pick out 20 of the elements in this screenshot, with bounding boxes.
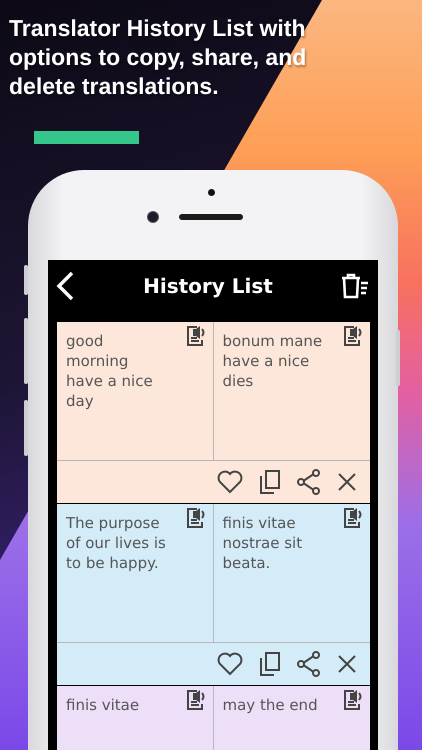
delete-all-button[interactable] [340, 273, 370, 299]
share-icon[interactable] [296, 650, 322, 678]
share-icon[interactable] [296, 468, 322, 496]
copy-icon[interactable] [258, 469, 282, 495]
close-icon[interactable] [336, 471, 358, 493]
source-text: finis vitae [66, 695, 140, 715]
screen-title: History List [143, 274, 273, 298]
translation-text: bonum mane have a nice dies [222, 331, 324, 391]
speaker-grille [179, 214, 243, 220]
camera-lens [147, 211, 159, 223]
heart-icon[interactable] [216, 651, 244, 677]
source-text: The purpose of our lives is to be happy. [66, 513, 167, 573]
translation-text: finis vitae nostrae sit beata. [222, 513, 304, 573]
back-button[interactable] [54, 270, 76, 302]
close-icon[interactable] [336, 653, 358, 675]
heart-icon[interactable] [216, 469, 244, 495]
sensor-dot [208, 189, 215, 196]
translation-text: may the end [222, 695, 319, 715]
copy-icon[interactable] [258, 651, 282, 677]
source-text: good morning have a nice day [66, 331, 154, 411]
